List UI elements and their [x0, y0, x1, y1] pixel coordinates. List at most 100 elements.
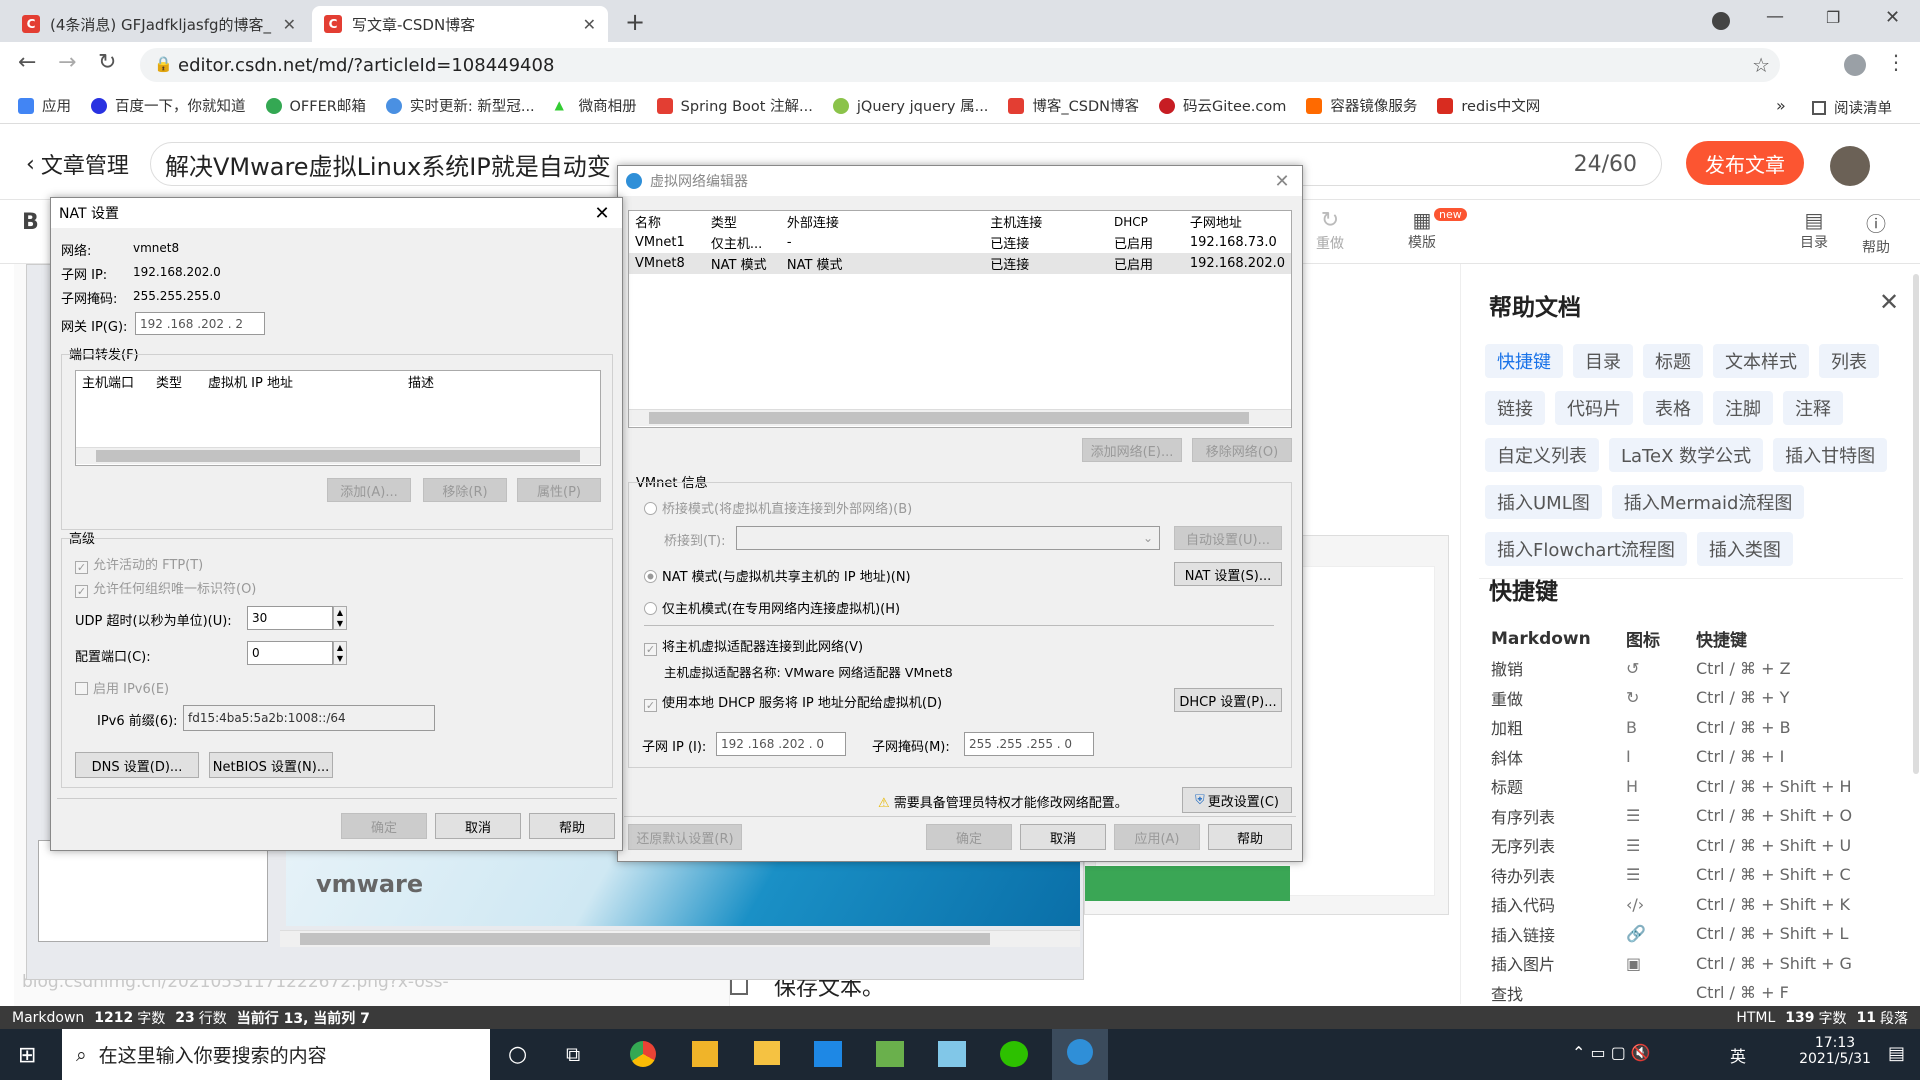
- app-taskbar-icon[interactable]: [876, 1041, 904, 1067]
- port-forward-list[interactable]: 主机端口 类型 虚拟机 IP 地址 描述: [75, 370, 601, 466]
- tab-editor[interactable]: C 写文章-CSDN博客 ✕: [312, 6, 608, 42]
- bold-icon[interactable]: B: [22, 210, 39, 235]
- help-chip[interactable]: 插入UML图: [1485, 485, 1602, 519]
- bookmark-apps[interactable]: 应用: [18, 95, 71, 116]
- publish-button[interactable]: 发布文章: [1686, 141, 1804, 185]
- dns-settings-button[interactable]: DNS 设置(D)...: [75, 752, 199, 778]
- article-manage-link[interactable]: ‹ 文章管理: [26, 148, 129, 180]
- bookmark-album[interactable]: ▲ 微商相册: [554, 95, 637, 116]
- remove-rule-button[interactable]: 移除(R): [423, 478, 507, 502]
- bookmark-star-icon[interactable]: ☆: [1752, 53, 1770, 77]
- ok-button[interactable]: 确定: [341, 813, 427, 839]
- change-settings-button[interactable]: ⛨ 更改设置(C): [1182, 787, 1292, 813]
- properties-button[interactable]: 属性(P): [517, 478, 601, 502]
- network-editor-taskbar-item[interactable]: [1052, 1029, 1108, 1080]
- cancel-button[interactable]: 取消: [435, 813, 521, 839]
- help-chip[interactable]: 插入类图: [1696, 532, 1793, 566]
- help-chip[interactable]: 表格: [1643, 391, 1703, 425]
- subnet-mask-input[interactable]: 255 .255 .255 . 0: [964, 732, 1094, 756]
- netbios-settings-button[interactable]: NetBIOS 设置(N)...: [209, 752, 333, 778]
- bookmark-jquery[interactable]: jQuery jquery 属...: [832, 95, 988, 116]
- vscode-taskbar-icon[interactable]: [814, 1041, 842, 1067]
- help-scrollbar[interactable]: [1913, 274, 1919, 774]
- maximize-icon[interactable]: ❐: [1826, 8, 1840, 27]
- bridge-to-select[interactable]: ⌄: [736, 526, 1160, 550]
- reload-icon[interactable]: ↻: [98, 50, 116, 75]
- help-chip[interactable]: 插入Mermaid流程图: [1611, 485, 1805, 519]
- add-network-button[interactable]: 添加网络(E)...: [1082, 438, 1182, 462]
- bookmark-baidu[interactable]: 百度一下，你就知道: [91, 95, 246, 116]
- config-port-input[interactable]: 0: [247, 641, 333, 665]
- udp-spinner[interactable]: ▲ ▼: [333, 606, 347, 630]
- wechat-taskbar-icon[interactable]: [1000, 1041, 1028, 1067]
- dhcp-checkbox[interactable]: ✓ 使用本地 DHCP 服务将 IP 地址分配给虚拟机(D): [644, 692, 942, 712]
- account-avatar-icon[interactable]: [1844, 54, 1866, 76]
- help-chip[interactable]: 目录: [1573, 344, 1633, 378]
- ok-button[interactable]: 确定: [926, 824, 1012, 850]
- host-only-radio[interactable]: 仅主机模式(在专用网络内连接虚拟机)(H): [644, 598, 900, 617]
- bookmark-gitee[interactable]: 码云Gitee.com: [1159, 95, 1286, 116]
- help-button[interactable]: ⓘ 帮助: [1862, 208, 1890, 257]
- close-icon[interactable]: ✕: [1262, 171, 1302, 192]
- help-chip[interactable]: 快捷键: [1485, 344, 1563, 378]
- bookmark-offer[interactable]: OFFER邮箱: [265, 95, 366, 116]
- close-icon[interactable]: ✕: [583, 15, 596, 34]
- vnet-row-vmnet8[interactable]: VMnet8 NAT 模式 NAT 模式 已连接 已启用 192.168.202.0: [629, 253, 1291, 274]
- window-close-icon[interactable]: ✕: [1885, 7, 1900, 28]
- help-chip[interactable]: 插入甘特图: [1773, 438, 1888, 472]
- app2-taskbar-icon[interactable]: [938, 1041, 966, 1067]
- clock[interactable]: 17:13 2021/5/31: [1790, 1035, 1880, 1067]
- close-icon[interactable]: ✕: [582, 203, 622, 224]
- help-chip[interactable]: 插入Flowchart流程图: [1485, 532, 1687, 566]
- close-icon[interactable]: ✕: [1879, 288, 1899, 316]
- bookmarks-more[interactable]: »: [1776, 96, 1786, 115]
- restore-defaults-button[interactable]: 还原默认设置(R): [628, 824, 742, 850]
- oui-checkbox[interactable]: ✓ 允许任何组织唯一标识符(O): [75, 578, 256, 598]
- auto-settings-button[interactable]: 自动设置(U)...: [1174, 526, 1282, 550]
- profile-menu-icon[interactable]: [1712, 12, 1730, 30]
- connect-adapter-checkbox[interactable]: ✓ 将主机虚拟适配器连接到此网络(V): [644, 636, 863, 656]
- avatar[interactable]: [1830, 146, 1870, 186]
- help-chip[interactable]: 链接: [1485, 391, 1545, 425]
- ipv6-checkbox[interactable]: 启用 IPv6(E): [75, 678, 169, 697]
- help-chip[interactable]: LaTeX 数学公式: [1609, 438, 1764, 472]
- help-button[interactable]: 帮助: [529, 813, 615, 839]
- task-view-icon[interactable]: ⧉: [566, 1042, 580, 1066]
- back-icon[interactable]: ←: [18, 50, 36, 75]
- help-chip[interactable]: 代码片: [1555, 391, 1633, 425]
- ipv6-prefix-input[interactable]: fd15:4ba5:5a2b:1008::/64: [183, 705, 435, 731]
- taskbar-search-input[interactable]: ⌕ 在这里输入你要搜索的内容: [62, 1029, 490, 1080]
- redo-button[interactable]: ↻ 重做: [1316, 208, 1344, 253]
- notification-icon[interactable]: ▤: [1888, 1043, 1905, 1064]
- help-chip[interactable]: 标题: [1643, 344, 1703, 378]
- menu-dots-icon[interactable]: ⋮: [1886, 50, 1906, 74]
- bookmark-covid[interactable]: 实时更新: 新型冠...: [385, 95, 535, 116]
- url-input[interactable]: 🔒 editor.csdn.net/md/?articleId=10844940…: [140, 48, 1780, 82]
- template-button[interactable]: ▦ 模版: [1408, 208, 1436, 252]
- vnet-row-vmnet1[interactable]: VMnet1 仅主机... - 已连接 已启用 192.168.73.0: [629, 232, 1291, 253]
- bridge-radio[interactable]: 桥接模式(将虚拟机直接连接到外部网络)(B): [644, 498, 912, 517]
- bookmark-csdn[interactable]: 博客_CSDN博客: [1008, 95, 1139, 116]
- cancel-button[interactable]: 取消: [1020, 824, 1106, 850]
- nat-settings-button[interactable]: NAT 设置(S)...: [1174, 562, 1282, 586]
- remove-network-button[interactable]: 移除网络(O): [1192, 438, 1292, 462]
- vm-taskbar-icon[interactable]: [692, 1041, 718, 1067]
- bookmark-spring[interactable]: Spring Boot 注解...: [656, 95, 813, 116]
- new-tab-icon[interactable]: +: [625, 8, 645, 36]
- bookmark-redis[interactable]: redis中文网: [1437, 95, 1540, 116]
- help-button[interactable]: 帮助: [1208, 824, 1292, 850]
- bookmark-container[interactable]: 容器镜像服务: [1306, 95, 1417, 116]
- windows-start-icon[interactable]: ⊞: [18, 1043, 36, 1068]
- vnet-list[interactable]: 名称 类型 外部连接 主机连接 DHCP 子网地址 VMnet1 仅主机... - 已连接 已启用…: [628, 210, 1292, 428]
- minimize-icon[interactable]: —: [1766, 6, 1784, 27]
- subnet-ip-input[interactable]: 192 .168 .202 . 0: [716, 732, 846, 756]
- ime-indicator[interactable]: 英: [1730, 1043, 1746, 1067]
- tray-icons[interactable]: ⌃ ▭ ▢ 🔇: [1572, 1043, 1651, 1062]
- help-chip[interactable]: 注释: [1783, 391, 1843, 425]
- reading-list[interactable]: 阅读清单: [1812, 97, 1892, 118]
- forward-icon[interactable]: →: [58, 50, 76, 75]
- explorer-taskbar-icon[interactable]: [754, 1041, 780, 1065]
- help-chip[interactable]: 列表: [1819, 344, 1879, 378]
- vnet-scrollbar[interactable]: [629, 409, 1291, 426]
- help-chip[interactable]: 注脚: [1713, 391, 1773, 425]
